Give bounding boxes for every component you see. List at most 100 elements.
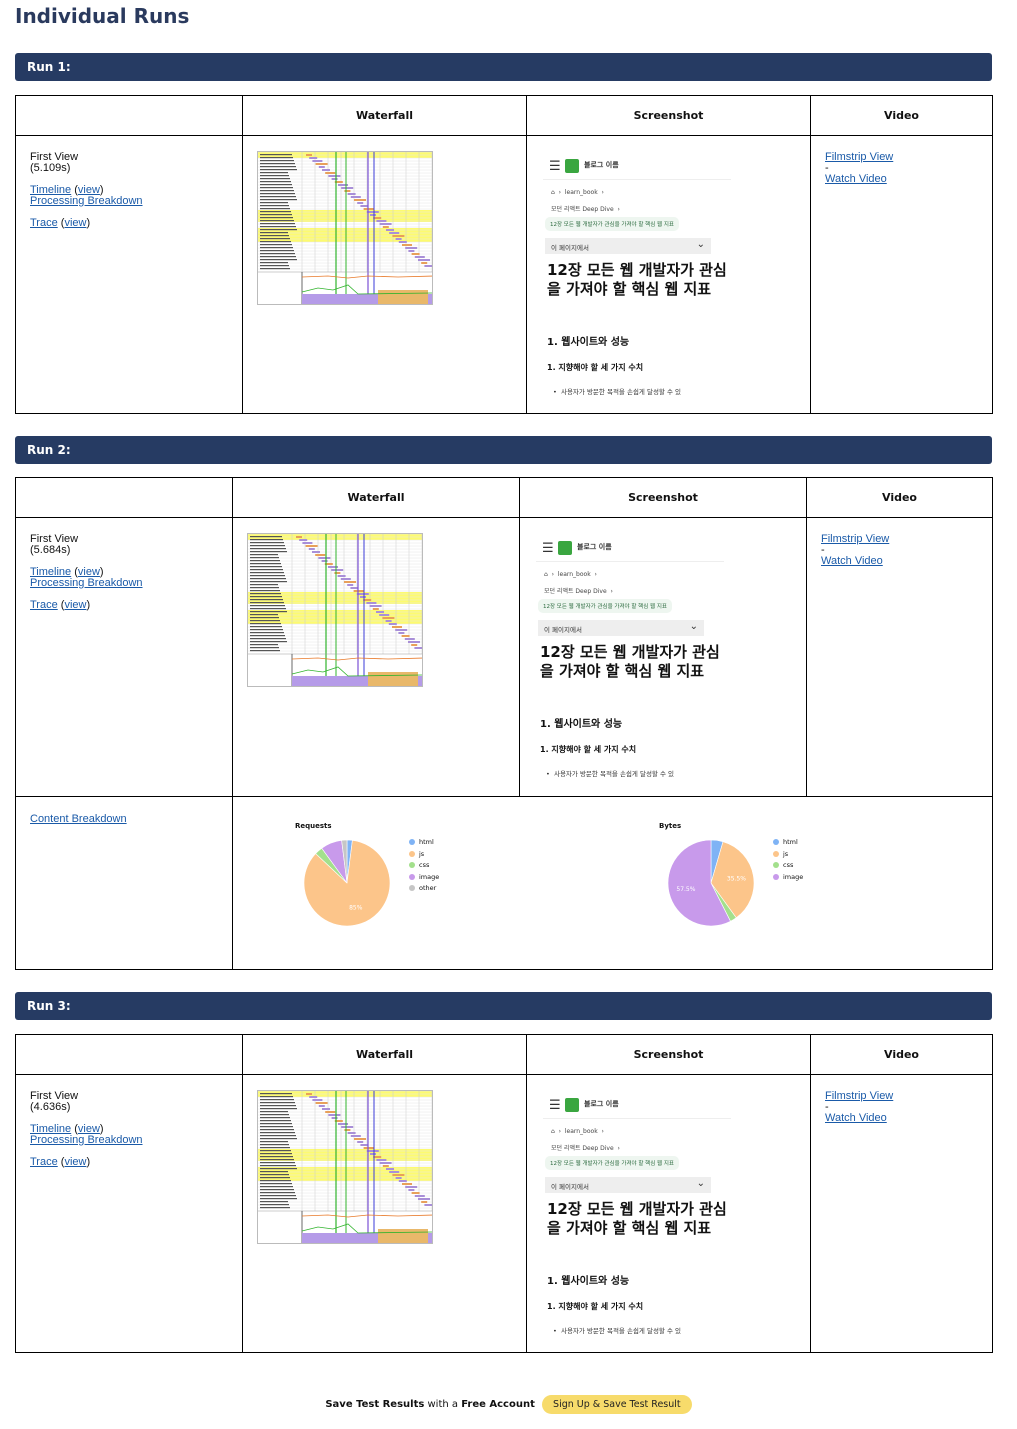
current-page-tag: 12장 모든 웹 개발자가 관심을 가져야 할 핵심 웹 지표: [545, 217, 679, 231]
article-heading: 12장 모든 웹 개발자가 관심을 가져야 할 핵심 웹 지표: [547, 1200, 727, 1237]
bytes-legend: html js css image: [773, 837, 803, 883]
section-heading: 1. 웹사이트와 성능: [547, 1276, 630, 1287]
bullet-text: 사용자가 방문한 목적을 손쉽게 달성할 수 있: [553, 770, 675, 778]
trace-view-link[interactable]: view: [64, 217, 86, 229]
breadcrumb-sub: 모던 리액트 Deep Dive ›: [551, 206, 620, 213]
trace-view-link[interactable]: view: [64, 1156, 86, 1168]
subsection-heading: 1. 지향해야 할 세 가지 수치: [540, 745, 637, 754]
trace-link[interactable]: Trace: [30, 1156, 58, 1168]
breadcrumb-item: 모던 리액트 Deep Dive: [551, 206, 614, 213]
run-3-table: Waterfall Screenshot Video First View (4…: [15, 1034, 993, 1353]
legend-item-html: html: [409, 837, 439, 849]
page: Individual Runs Run 1: Waterfall Screens…: [0, 0, 1017, 1429]
waterfall-header: Waterfall: [242, 95, 527, 136]
waterfall-thumbnail[interactable]: [257, 1090, 433, 1244]
chevron-down-icon: ⌄: [696, 239, 705, 250]
breadcrumb-sub: 모던 리액트 Deep Dive ›: [544, 588, 613, 595]
run-info-cell: First View (5.684s) Timeline (view) Proc…: [15, 517, 233, 797]
legend-item-html: html: [773, 837, 803, 849]
breadcrumb-item: learn_book: [564, 189, 598, 196]
divider: [536, 561, 724, 562]
pie-label: 35.5%: [727, 876, 746, 883]
legend-item-css: css: [409, 860, 439, 872]
bullet-item: • 사용자가 방문한 목적을 손쉽게 달성할 수 있: [546, 770, 675, 778]
legend-item-image: image: [409, 872, 439, 884]
bullet-text: 사용자가 방문한 목적을 손쉽게 달성할 수 있: [560, 388, 682, 396]
bullet-item: • 사용자가 방문한 목적을 손쉽게 달성할 수 있: [553, 388, 682, 396]
toc-label: 이 페이지에서: [551, 244, 589, 252]
home-icon: ⌂: [551, 189, 555, 196]
breadcrumb-item: 모던 리액트 Deep Dive: [544, 588, 607, 595]
sign-up-save-button[interactable]: Sign Up & Save Test Result: [542, 1395, 692, 1414]
legend-swatch: [409, 839, 415, 845]
filmstrip-view-link[interactable]: Filmstrip View: [825, 151, 893, 163]
breadcrumb-home: ⌂ › learn_book ›: [544, 571, 597, 578]
empty-header-cell: [15, 1034, 243, 1075]
load-time: (5.684s): [30, 544, 71, 556]
pie-label: 57.5%: [676, 886, 695, 893]
blog-name: 블로그 이름: [584, 161, 619, 169]
waterfall-chart: [248, 534, 422, 686]
legend-label: js: [419, 849, 425, 858]
watch-video-link[interactable]: Watch Video: [825, 173, 887, 185]
legend-label: other: [419, 884, 437, 892]
hamburger-icon: ☰: [542, 541, 554, 556]
video-header: Video: [810, 1034, 993, 1075]
watch-video-link[interactable]: Watch Video: [821, 555, 883, 567]
filmstrip-view-link[interactable]: Filmstrip View: [825, 1090, 893, 1102]
run-2-table: Waterfall Screenshot Video First View (5…: [15, 477, 993, 970]
content-breakdown-charts: Requests 85% html js css image other Bytes 3…: [232, 796, 993, 970]
video-cell: Filmstrip View - Watch Video: [810, 135, 993, 414]
waterfall-header: Waterfall: [242, 1034, 527, 1075]
pie-label: 85%: [349, 904, 363, 911]
home-icon: ⌂: [544, 571, 548, 578]
toc-dropdown: 이 페이지에서 ⌄: [545, 1177, 711, 1193]
breadcrumb-home: ⌂ › learn_book ›: [551, 1128, 604, 1135]
toc-dropdown: 이 페이지에서 ⌄: [538, 620, 704, 636]
divider: [543, 1118, 731, 1119]
blog-logo-icon: [565, 159, 579, 173]
bytes-pie-chart: 35.5% 57.5%: [667, 839, 755, 927]
screenshot-header: Screenshot: [526, 95, 811, 136]
legend-label: css: [783, 861, 794, 869]
trace-view-link[interactable]: view: [64, 599, 86, 611]
processing-breakdown-link[interactable]: Processing Breakdown: [30, 195, 143, 207]
screenshot-thumbnail[interactable]: ☰ 블로그 이름 ⌂ › learn_book › 모던 리액트 Deep Di…: [536, 533, 724, 791]
legend-label: image: [783, 872, 804, 881]
legend-swatch: [409, 873, 415, 880]
legend-label: html: [783, 838, 798, 846]
legend-swatch: [773, 850, 779, 857]
content-breakdown-link[interactable]: Content Breakdown: [30, 813, 127, 825]
screenshot-cell: ☰ 블로그 이름 ⌂ › learn_book › 모던 리액트 Deep Di…: [519, 517, 807, 797]
legend-label: js: [783, 849, 789, 858]
section-heading: 1. 웹사이트와 성능: [540, 719, 623, 730]
waterfall-thumbnail[interactable]: [257, 151, 433, 305]
filmstrip-view-link[interactable]: Filmstrip View: [821, 533, 889, 545]
empty-header-cell: [15, 95, 243, 136]
requests-legend: html js css image other: [409, 837, 439, 895]
requests-chart-title: Requests: [295, 822, 332, 830]
breadcrumb-item: learn_book: [557, 571, 591, 578]
screenshot-thumbnail[interactable]: ☰ 블로그 이름 ⌂ › learn_book › 모던 리액트 Deep Di…: [543, 1090, 731, 1348]
legend-swatch: [773, 873, 779, 880]
trace-link[interactable]: Trace: [30, 217, 58, 229]
hamburger-icon: ☰: [549, 159, 561, 174]
breadcrumb-home: ⌂ › learn_book ›: [551, 189, 604, 196]
screenshot-thumbnail[interactable]: ☰ 블로그 이름 ⌂ › learn_book › 모던 리액트 Deep Di…: [543, 151, 731, 409]
subsection-heading: 1. 지향해야 할 세 가지 수치: [547, 1302, 644, 1311]
blog-logo-icon: [558, 541, 572, 555]
processing-breakdown-link[interactable]: Processing Breakdown: [30, 577, 143, 589]
subsection-heading: 1. 지향해야 할 세 가지 수치: [547, 363, 644, 372]
run-3-header: Run 3:: [15, 992, 992, 1020]
legend-label: image: [419, 872, 440, 881]
waterfall-thumbnail[interactable]: [247, 533, 423, 687]
run-2-header: Run 2:: [15, 436, 992, 464]
chevron-down-icon: ⌄: [689, 621, 698, 632]
run-info-cell: First View (4.636s) Timeline (view) Proc…: [15, 1074, 243, 1353]
watch-video-link[interactable]: Watch Video: [825, 1112, 887, 1124]
trace-link[interactable]: Trace: [30, 599, 58, 611]
footer-signup-bar: Save Test Results with a Free Account Si…: [0, 1395, 1017, 1414]
breadcrumb-sub: 모던 리액트 Deep Dive ›: [551, 1145, 620, 1152]
processing-breakdown-link[interactable]: Processing Breakdown: [30, 1134, 143, 1146]
waterfall-cell: [242, 135, 527, 414]
